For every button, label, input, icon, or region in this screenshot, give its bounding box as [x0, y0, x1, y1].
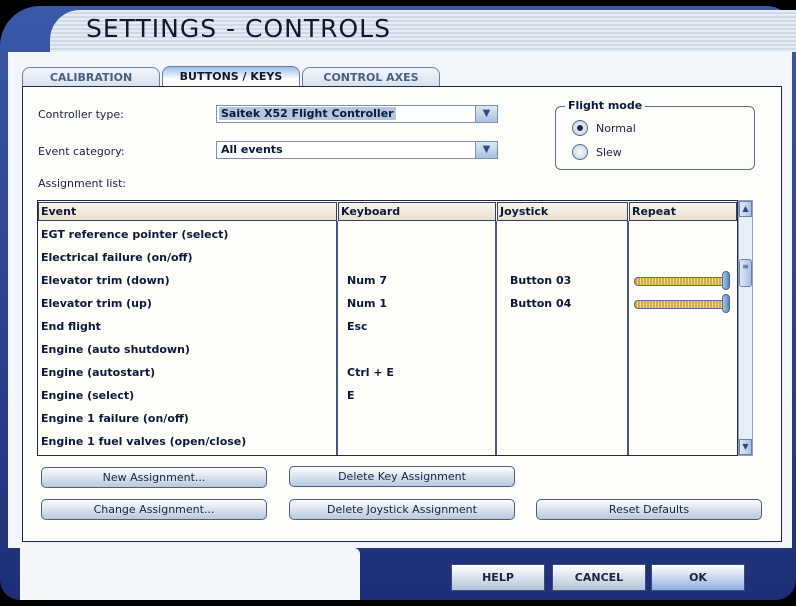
assignment-list-label: Assignment list: [38, 177, 127, 190]
cell-keyboard: Esc [347, 320, 368, 333]
table-row[interactable]: Elevator trim (down) Num 7 Button 03 [38, 271, 737, 292]
cell-event: Electrical failure (on/off) [41, 251, 193, 264]
event-category-label: Event category: [38, 145, 125, 158]
radio-slew[interactable] [572, 144, 588, 160]
column-header-repeat[interactable]: Repeat [629, 202, 737, 221]
table-scrollbar[interactable]: ▲ ≡ ▼ [738, 200, 753, 456]
tab-buttons-keys[interactable]: BUTTONS / KEYS [162, 66, 300, 88]
radio-normal[interactable] [572, 120, 588, 136]
cancel-button[interactable]: CANCEL [552, 564, 646, 591]
slider-track [634, 300, 728, 309]
cell-event: Engine 1 fuel valves (open/close) [41, 435, 247, 448]
table-row[interactable]: End flight Esc [38, 320, 737, 338]
tab-calibration[interactable]: CALIBRATION [22, 67, 160, 87]
cell-joystick: Button 03 [510, 274, 572, 287]
scroll-thumb[interactable]: ≡ [739, 259, 752, 287]
help-button[interactable]: HELP [451, 564, 545, 591]
table-row[interactable]: Electrical failure (on/off) [38, 251, 737, 269]
table-row[interactable]: Engine (auto shutdown) [38, 343, 737, 361]
table-row[interactable]: Engine 1 fuel valves (open/close) [38, 435, 737, 453]
event-category-select[interactable]: All events ▼ [216, 141, 498, 159]
slider-knob[interactable] [722, 294, 730, 313]
radio-normal-label[interactable]: Normal [596, 122, 636, 135]
column-header-joystick[interactable]: Joystick [497, 202, 628, 221]
slider-track [634, 277, 728, 286]
cell-joystick: Button 04 [510, 297, 572, 310]
radio-slew-label[interactable]: Slew [596, 146, 622, 159]
status-area [20, 548, 360, 600]
cell-event: Engine 1 failure (on/off) [41, 412, 189, 425]
event-category-value: All events [221, 143, 283, 156]
cell-event: Elevator trim (down) [41, 274, 170, 287]
cell-keyboard: E [347, 389, 355, 402]
scroll-up-icon[interactable]: ▲ [739, 201, 752, 217]
controller-type-select[interactable]: Saitek X52 Flight Controller ▼ [216, 105, 498, 123]
cell-event: End flight [41, 320, 101, 333]
assignment-table: Event Keyboard Joystick Repeat EGT refer… [37, 200, 738, 456]
window-title: SETTINGS - CONTROLS [86, 14, 391, 43]
controller-type-label: Controller type: [38, 108, 124, 121]
change-assignment-button[interactable]: Change Assignment... [41, 499, 267, 520]
tab-control-axes[interactable]: CONTROL AXES [302, 67, 440, 87]
repeat-slider[interactable] [634, 294, 730, 313]
flight-mode-title: Flight mode [565, 99, 646, 112]
flight-mode-group [555, 106, 755, 170]
ok-button[interactable]: OK [651, 564, 745, 591]
cell-event: Engine (select) [41, 389, 135, 402]
cell-keyboard: Num 7 [347, 274, 387, 287]
delete-key-assignment-button[interactable]: Delete Key Assignment [289, 466, 515, 487]
table-row[interactable]: Engine (select) E [38, 389, 737, 407]
table-row[interactable]: EGT reference pointer (select) [38, 228, 737, 246]
table-row[interactable]: Engine (autostart) Ctrl + E [38, 366, 737, 384]
slider-knob[interactable] [722, 271, 730, 290]
cell-keyboard: Ctrl + E [347, 366, 394, 379]
scroll-down-icon[interactable]: ▼ [739, 439, 752, 455]
cell-event: Engine (autostart) [41, 366, 156, 379]
controller-type-value: Saitek X52 Flight Controller [219, 107, 396, 120]
table-row[interactable]: Elevator trim (up) Num 1 Button 04 [38, 294, 737, 315]
cell-event: Elevator trim (up) [41, 297, 152, 310]
cell-event: Engine (auto shutdown) [41, 343, 190, 356]
repeat-slider[interactable] [634, 271, 730, 290]
reset-defaults-button[interactable]: Reset Defaults [536, 499, 762, 520]
table-row[interactable]: Engine 1 failure (on/off) [38, 412, 737, 430]
cell-keyboard: Num 1 [347, 297, 387, 310]
chevron-down-icon[interactable]: ▼ [475, 142, 497, 158]
column-header-keyboard[interactable]: Keyboard [338, 202, 496, 221]
chevron-down-icon[interactable]: ▼ [475, 106, 497, 122]
new-assignment-button[interactable]: New Assignment... [41, 467, 267, 488]
column-header-event[interactable]: Event [38, 202, 337, 221]
cell-event: EGT reference pointer (select) [41, 228, 229, 241]
delete-joystick-assignment-button[interactable]: Delete Joystick Assignment [289, 499, 515, 520]
